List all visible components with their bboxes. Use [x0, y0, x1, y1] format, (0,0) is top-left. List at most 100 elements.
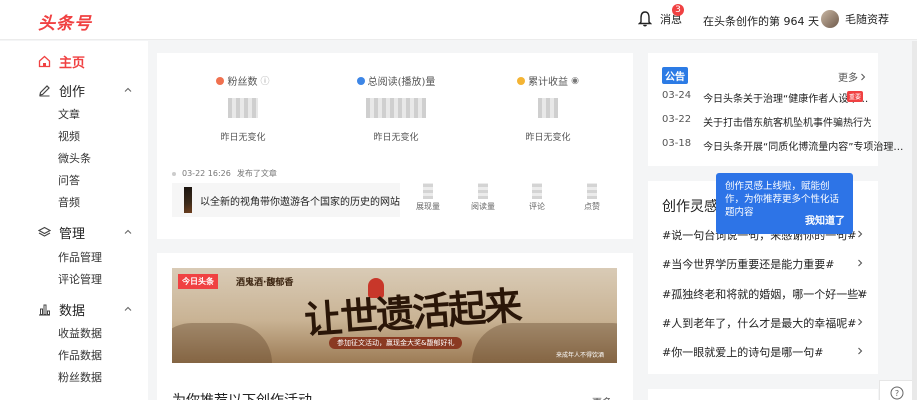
user-menu[interactable]: 毛随资荐 [821, 10, 889, 28]
stat-reads-label-row: 总阅读(播放)量 [352, 73, 440, 88]
article-status: 发布了文章 [236, 169, 277, 178]
sidebar-item-home-label: 主页 [59, 56, 86, 71]
notice-item[interactable]: 03-18 今日头条开展“同质化博流量内容”专项治理… [662, 138, 903, 153]
chevron-up-icon[interactable] [124, 305, 132, 313]
stat-reads-value-blurred [366, 98, 426, 118]
notice-date: 03-24 [662, 90, 692, 101]
article-thumbnail [184, 187, 192, 213]
notice-more-link[interactable]: 更多 [838, 69, 866, 84]
eye-icon [356, 76, 365, 85]
sidebar-group-data-label: 数据 [59, 304, 86, 319]
tooltip-dismiss-button[interactable]: 我知道了 [805, 215, 845, 228]
bell-icon [638, 11, 652, 27]
banner-brand-sponsor: 酒鬼酒·馥郁香 [236, 278, 294, 288]
banner-note: 来成年人不得饮酒 [556, 352, 605, 359]
logo[interactable]: 头条号 [38, 9, 92, 34]
sidebar-group-data[interactable]: 数据 [38, 300, 85, 319]
sidebar-item-home[interactable]: 主页 [38, 52, 85, 71]
chevron-right-icon[interactable] [856, 230, 864, 238]
stat-fans-label-row: 粉丝数 ⓘ [202, 73, 284, 88]
article-metric-comments: 评论 [517, 183, 557, 212]
stat-revenue-label-row: 累计收益 ◉ [508, 73, 588, 88]
stat-fans-value-blurred [228, 98, 258, 118]
sidebar-item-video[interactable]: 视频 [58, 128, 80, 144]
chevron-right-icon[interactable] [856, 259, 864, 267]
eye-toggle-icon[interactable]: ◉ [571, 76, 579, 86]
sidebar-item-comments-manage[interactable]: 评论管理 [58, 271, 102, 287]
creator-days-text: 在头条创作的第 964 天 [703, 15, 819, 28]
coin-icon [517, 76, 526, 85]
activity-banner[interactable]: 今日头条 酒鬼酒·馥郁香 让世遗活起来 参加征文活动，赢现金大奖&馥郁好礼 来成… [172, 268, 617, 363]
sidebar-item-revenue-data[interactable]: 收益数据 [58, 325, 102, 341]
chevron-up-icon[interactable] [124, 228, 132, 236]
sidebar-group-manage[interactable]: 管理 [38, 223, 85, 242]
activity-more-link[interactable]: 更多 [592, 394, 612, 400]
stat-revenue[interactable]: 累计收益 ◉ 昨日无变化 [508, 73, 588, 143]
notice-text: 今日头条开展“同质化博流量内容”专项治理… [703, 142, 904, 153]
article-metric-likes: 点赞 [572, 183, 612, 212]
stat-fans-label: 粉丝数 [227, 77, 258, 88]
person-icon [216, 76, 225, 85]
bottom-card [648, 389, 878, 400]
timeline-dot [172, 171, 176, 176]
sidebar-item-article[interactable]: 文章 [58, 106, 80, 122]
sidebar-group-create[interactable]: 创作 [38, 81, 85, 100]
stat-fans[interactable]: 粉丝数 ⓘ 昨日无变化 [202, 73, 284, 143]
scrollbar[interactable] [912, 41, 917, 400]
bar-chart-icon [39, 304, 50, 316]
article-title: 以全新的视角带你遨游各个国家的历史的网站 [200, 196, 400, 208]
notice-item[interactable]: 03-24 今日头条关于治理“健康作者人设不… [662, 90, 868, 105]
notice-item[interactable]: 03-22 关于打击借东航客机坠机事件骗热行为… [662, 114, 871, 129]
inspiration-topic[interactable]: #你一眼就爱上的诗句是哪一句# [662, 344, 823, 360]
message-count-badge: 3 [672, 4, 684, 16]
svg-text:?: ? [895, 389, 899, 398]
chevron-right-icon[interactable] [856, 347, 864, 355]
tooltip-text: 创作灵感上线啦，赋能创作，为你推荐更多个性化话题内容 [725, 181, 840, 218]
stat-fans-change: 昨日无变化 [220, 133, 266, 143]
banner-hill [172, 323, 272, 363]
notice-text: 关于打击借东航客机坠机事件骗热行为… [703, 118, 872, 129]
username: 毛随资荐 [845, 13, 889, 26]
article-meta: 03-22 16:26 发布了文章 [172, 168, 277, 179]
pencil-icon [39, 85, 50, 97]
layers-icon [38, 226, 51, 237]
home-icon [38, 55, 51, 68]
sidebar-item-qa[interactable]: 问答 [58, 172, 80, 188]
inspiration-title: 创作灵感 [662, 199, 718, 215]
notice-tag: 公告 [662, 67, 688, 84]
stat-revenue-label: 累计收益 [528, 77, 569, 88]
sidebar-item-micro-post[interactable]: 微头条 [58, 150, 91, 166]
chevron-right-icon[interactable] [856, 318, 864, 326]
chevron-up-icon[interactable] [124, 86, 132, 94]
chevron-right-icon [861, 73, 866, 80]
stat-revenue-value-blurred [538, 98, 558, 118]
sidebar-item-fans-data[interactable]: 粉丝数据 [58, 369, 102, 385]
banner-brand-toutiao: 今日头条 [178, 274, 218, 289]
notice-text: 今日头条关于治理“健康作者人设不… [703, 94, 869, 105]
article-metric-label: 展现量 [416, 202, 440, 211]
stat-reads[interactable]: 总阅读(播放)量 昨日无变化 [352, 73, 440, 143]
stat-revenue-change: 昨日无变化 [525, 133, 571, 143]
notice-date: 03-18 [662, 138, 692, 149]
avatar [821, 10, 839, 28]
notice-date: 03-22 [662, 114, 692, 125]
inspiration-topic[interactable]: #当今世界学历重要还是能力重要# [662, 256, 834, 272]
help-circle-icon: ? [890, 386, 904, 400]
help-icon[interactable]: ⓘ [260, 74, 269, 87]
banner-subtitle: 参加征文活动，赢现金大奖&馥郁好礼 [329, 337, 463, 349]
chevron-right-icon[interactable] [856, 289, 864, 297]
stat-reads-label: 总阅读(播放)量 [367, 77, 436, 88]
inspiration-topic[interactable]: #人到老年了，什么才是最大的幸福呢# [662, 315, 856, 331]
article-metric-impressions: 展现量 [408, 183, 448, 212]
activity-title: 为你推荐以下创作活动 [172, 390, 312, 400]
inspiration-topic[interactable]: #孤独终老和将就的婚姻，哪一个好一些# [662, 286, 867, 302]
inspiration-tooltip: 创作灵感上线啦，赋能创作，为你推荐更多个性化话题内容 我知道了 [716, 173, 853, 234]
article-metric-label: 评论 [529, 202, 545, 211]
sidebar-group-manage-label: 管理 [59, 227, 86, 242]
sidebar-item-works-manage[interactable]: 作品管理 [58, 249, 102, 265]
latest-article[interactable]: 以全新的视角带你遨游各个国家的历史的网站 [172, 183, 400, 217]
sidebar-item-works-data[interactable]: 作品数据 [58, 347, 102, 363]
notice-more-label: 更多 [838, 73, 858, 84]
sidebar-item-audio[interactable]: 音频 [58, 194, 80, 210]
sidebar-group-create-label: 创作 [59, 85, 86, 100]
